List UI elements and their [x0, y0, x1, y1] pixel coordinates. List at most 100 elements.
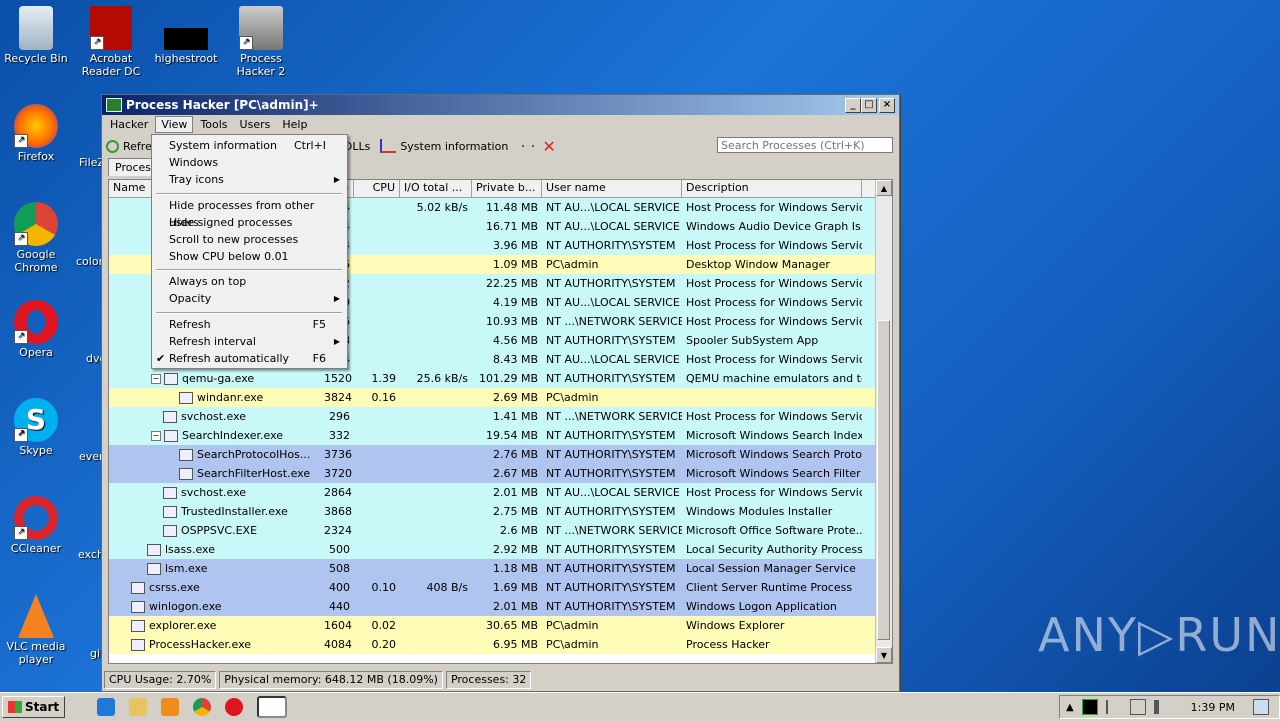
- menu-item-show-cpu-below[interactable]: Show CPU below 0.01: [153, 248, 346, 265]
- process-row[interactable]: windanr.exe 3824 0.16 2.69 MB PC\admin: [109, 388, 892, 407]
- process-name: lsass.exe: [165, 543, 215, 556]
- volume-icon[interactable]: [1153, 700, 1173, 714]
- minimize-button[interactable]: _: [845, 98, 861, 113]
- process-name: SearchProtocolHos...: [197, 448, 311, 461]
- menu-item-always-on-top[interactable]: Always on top: [153, 273, 346, 290]
- process-description: QEMU machine emulators and tools: [686, 372, 862, 385]
- process-description: Host Process for Windows Services: [686, 410, 862, 423]
- process-pid: 4084: [324, 638, 352, 651]
- process-row[interactable]: lsass.exe 500 2.92 MB NT AUTHORITY\SYSTEM Lo…: [109, 540, 892, 559]
- desktop-icon-process-hacker[interactable]: ↗ Process Hacker 2: [225, 6, 297, 78]
- process-row[interactable]: SearchFilterHost.exe 3720 2.67 MB NT AUTHOR…: [109, 464, 892, 483]
- desktop-partial-label: ever: [79, 450, 104, 463]
- menu-tools[interactable]: Tools: [195, 117, 232, 132]
- menu-item-tray-icons[interactable]: Tray icons ▶: [153, 171, 346, 188]
- menu-hacker[interactable]: Hacker: [105, 117, 153, 132]
- process-row[interactable]: ProcessHacker.exe 4084 0.20 6.95 MB PC\admin…: [109, 635, 892, 654]
- title-bar[interactable]: Process Hacker [PC\admin]+ _ □ ×: [102, 95, 899, 115]
- process-name-cell: lsm.exe: [109, 562, 320, 575]
- flag-icon[interactable]: [1105, 700, 1122, 714]
- process-row[interactable]: OSPPSVC.EXE 2324 2.6 MB NT ...\NETWORK SERV…: [109, 521, 892, 540]
- menu-item-hide-signed[interactable]: Hide signed processes: [153, 214, 346, 231]
- search-processes-input[interactable]: [717, 137, 893, 153]
- desktop-icon-chrome[interactable]: ↗ Google Chrome: [0, 202, 72, 274]
- opera-taskbar-icon[interactable]: [225, 698, 244, 716]
- refresh-button[interactable]: Refre: [106, 139, 152, 153]
- clock[interactable]: 1:39 PM: [1191, 701, 1235, 714]
- tray-expand-icon[interactable]: ▲: [1066, 702, 1074, 713]
- menu-users[interactable]: Users: [235, 117, 276, 132]
- collapse-icon[interactable]: −: [151, 431, 161, 441]
- process-description: Host Process for Windows Services: [686, 486, 862, 499]
- process-name-cell: ProcessHacker.exe: [109, 638, 320, 651]
- start-button[interactable]: Start: [2, 696, 66, 718]
- process-row[interactable]: lsm.exe 508 1.18 MB NT AUTHORITY\SYSTEM Loca…: [109, 559, 892, 578]
- column-description[interactable]: Description: [682, 180, 862, 197]
- process-user-name: NT AUTHORITY\SYSTEM: [546, 239, 676, 252]
- menu-item-shortcut: F6: [312, 352, 326, 365]
- process-hacker-tray-icon[interactable]: [1081, 699, 1098, 715]
- process-row[interactable]: winlogon.exe 440 2.01 MB NT AUTHORITY\SYSTE…: [109, 597, 892, 616]
- process-user-name: PC\admin: [546, 619, 599, 632]
- process-row[interactable]: explorer.exe 1604 0.02 30.65 MB PC\admin Wind…: [109, 616, 892, 635]
- process-user-name: NT AUTHORITY\SYSTEM: [546, 334, 676, 347]
- desktop-icon-firefox[interactable]: ↗ Firefox: [0, 104, 72, 163]
- process-row[interactable]: SearchProtocolHos... 3736 2.76 MB NT AUTHOR…: [109, 445, 892, 464]
- go-to-window-icon[interactable]: [532, 145, 535, 147]
- process-row[interactable]: svchost.exe 296 1.41 MB NT ...\NETWORK SERV…: [109, 407, 892, 426]
- process-row[interactable]: − SearchIndexer.exe 332 19.54 MB NT AUTHORIT…: [109, 426, 892, 445]
- process-row[interactable]: − qemu-ga.exe 1520 1.39 25.6 kB/s 101.29 MB NT…: [109, 369, 892, 388]
- menu-bar: Hacker View Tools Users Help: [102, 115, 899, 134]
- process-hacker-taskbar-icon[interactable]: [257, 696, 288, 718]
- menu-item-hide-other-users[interactable]: Hide processes from other users: [153, 197, 346, 229]
- desktop-icon-recycle-bin[interactable]: Recycle Bin: [0, 6, 72, 65]
- show-desktop-icon[interactable]: [1253, 699, 1269, 715]
- system-information-button[interactable]: System information: [380, 139, 508, 153]
- scroll-down-icon[interactable]: ▼: [876, 647, 892, 663]
- network-icon[interactable]: [1129, 699, 1146, 715]
- menu-item-refresh-interval[interactable]: Refresh interval ▶: [153, 333, 346, 350]
- menu-item-system-information[interactable]: System information Ctrl+I: [153, 137, 346, 154]
- desktop-icon-acrobat[interactable]: ↗ Acrobat Reader DC: [75, 6, 147, 78]
- process-user-name: NT ...\NETWORK SERVICE: [546, 524, 682, 537]
- process-icon: [163, 411, 177, 423]
- process-row[interactable]: svchost.exe 2864 2.01 MB NT AU...\LOCAL SER…: [109, 483, 892, 502]
- menu-item-scroll-to-new[interactable]: Scroll to new processes: [153, 231, 346, 248]
- process-row[interactable]: TrustedInstaller.exe 3868 2.75 MB NT AUTHOR…: [109, 502, 892, 521]
- column-user-name[interactable]: User name: [542, 180, 682, 197]
- maximize-button[interactable]: □: [861, 98, 877, 113]
- refresh-label: Refre: [123, 139, 152, 153]
- menu-item-windows[interactable]: Windows: [153, 154, 346, 171]
- terminate-icon[interactable]: ✕: [542, 137, 555, 156]
- internet-explorer-icon[interactable]: [97, 698, 116, 716]
- vertical-scrollbar[interactable]: ▲ ▼: [875, 180, 892, 663]
- media-player-icon[interactable]: [161, 698, 180, 716]
- menu-item-opacity[interactable]: Opacity ▶: [153, 290, 346, 307]
- desktop-partial-label: gi: [90, 647, 101, 660]
- scroll-up-icon[interactable]: ▲: [876, 180, 892, 196]
- menu-view[interactable]: View: [155, 116, 194, 133]
- process-private-bytes: 1.69 MB: [492, 581, 538, 594]
- process-row[interactable]: csrss.exe 400 0.10 408 B/s 1.69 MB NT AUTHORI…: [109, 578, 892, 597]
- desktop-icon-opera[interactable]: ↗ Opera: [0, 300, 72, 359]
- window-icon[interactable]: [522, 145, 525, 147]
- menu-item-refresh-automatically[interactable]: ✔ Refresh automatically F6: [153, 350, 346, 367]
- column-private-bytes[interactable]: Private b...: [472, 180, 542, 197]
- file-explorer-icon[interactable]: [129, 698, 148, 716]
- menu-item-label: Show CPU below 0.01: [169, 250, 289, 263]
- column-io-total[interactable]: I/O total ...: [400, 180, 472, 197]
- status-bar: CPU Usage: 2.70% Physical memory: 648.12…: [104, 671, 534, 689]
- collapse-icon[interactable]: −: [151, 374, 161, 384]
- scroll-thumb[interactable]: [877, 320, 890, 640]
- column-cpu[interactable]: CPU: [354, 180, 400, 197]
- desktop-icon-ccleaner[interactable]: ↗ CCleaner: [0, 496, 72, 555]
- desktop-icon-skype[interactable]: S ↗ Skype: [0, 398, 72, 457]
- checkmark-icon: ✔: [156, 352, 166, 365]
- menu-help[interactable]: Help: [277, 117, 312, 132]
- close-button[interactable]: ×: [879, 98, 895, 113]
- process-description: Desktop Window Manager: [686, 258, 830, 271]
- chrome-taskbar-icon[interactable]: [193, 698, 212, 716]
- desktop-icon-highestroot[interactable]: highestroot: [150, 6, 222, 65]
- desktop-icon-vlc[interactable]: VLC media player: [0, 594, 72, 666]
- menu-item-refresh[interactable]: Refresh F5: [153, 316, 346, 333]
